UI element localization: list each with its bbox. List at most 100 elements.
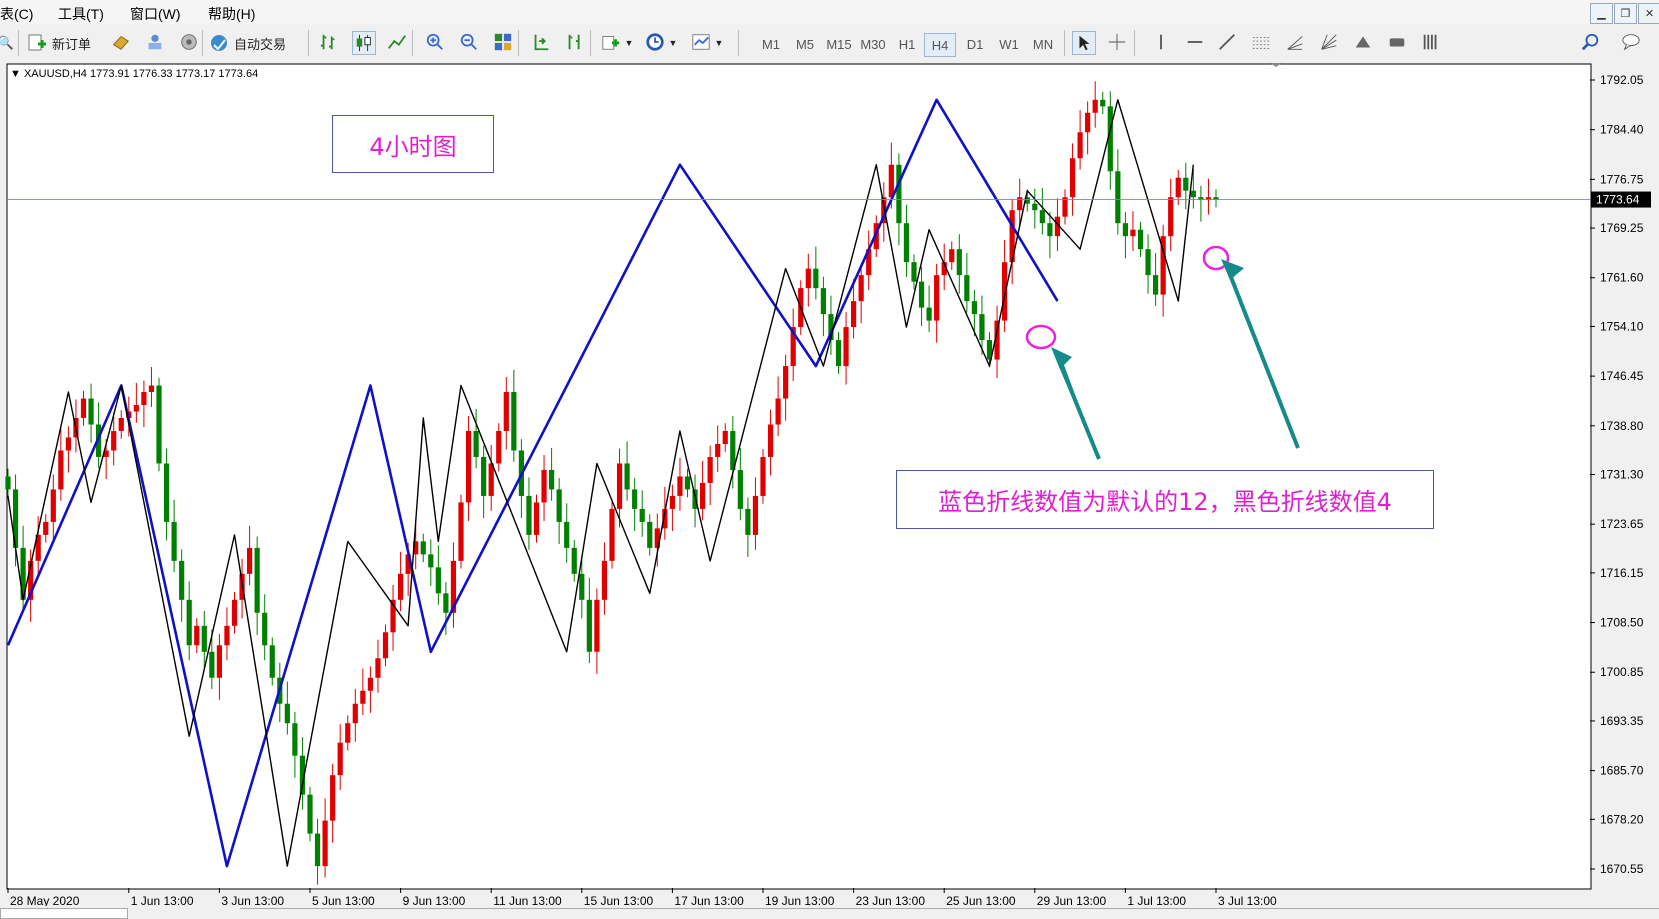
period-separator-icon[interactable] [1420, 31, 1442, 53]
candle-body [579, 573, 585, 600]
candle-body [345, 723, 351, 743]
toolbar-separator [590, 30, 591, 56]
chat-icon[interactable] [1620, 31, 1642, 53]
candle-body [564, 521, 570, 548]
line-chart-icon[interactable] [386, 31, 408, 53]
candle-body [330, 775, 336, 821]
y-tick-label: 1792.05 [1600, 73, 1644, 87]
timeframe-m30[interactable]: M30 [856, 33, 890, 55]
candle-body [5, 476, 11, 490]
auto-scroll-icon[interactable] [530, 31, 552, 53]
candle-body [156, 385, 162, 464]
timeframe-label-box: 4小时图 [332, 115, 494, 173]
cursor-icon[interactable] [1072, 31, 1096, 55]
indicators-icon[interactable] [600, 31, 622, 53]
candle-body [911, 262, 917, 282]
search-icon[interactable]: 🔍 [0, 31, 14, 55]
candle-body [1002, 262, 1008, 321]
candle-body [669, 495, 675, 509]
minimize-button[interactable]: ▁ [1590, 3, 1613, 24]
candle-body [1047, 223, 1053, 237]
navigator-icon[interactable] [178, 31, 200, 53]
header-collapse-icon[interactable]: ▼ [10, 68, 21, 80]
candle-body [752, 495, 759, 535]
market-watch-icon[interactable] [110, 31, 132, 53]
timeframe-w1[interactable]: W1 [994, 33, 1024, 55]
zoom-out-icon[interactable] [458, 31, 480, 53]
new-order-label: 新订单 [52, 36, 92, 52]
y-tick-label: 1731.30 [1600, 468, 1644, 482]
toolbar: 🔍 新订单 自动交易 ▼ ▼ ▼ M1 M5 M15 M30 H1 H4 D1 … [0, 24, 1659, 63]
timeframe-m5[interactable]: M5 [790, 33, 820, 55]
new-order-button[interactable]: 新订单 [26, 31, 102, 55]
candle-body [684, 476, 691, 490]
menu-tools[interactable]: 工具(T) [58, 4, 104, 24]
candle-body [858, 275, 864, 302]
trendline-icon[interactable] [1216, 31, 1238, 53]
candle-body [511, 392, 517, 451]
x-tick-label: 17 Jun 13:00 [674, 894, 744, 906]
chart-tab-strip [0, 906, 1659, 919]
y-tick-label: 1769.25 [1600, 221, 1644, 235]
timeframe-m1[interactable]: M1 [756, 33, 786, 55]
candle-body [715, 443, 721, 457]
chart-tab[interactable] [0, 908, 128, 919]
templates-icon[interactable] [690, 31, 712, 53]
candle-body [964, 275, 970, 302]
chart-shift-icon[interactable] [564, 31, 586, 53]
search-icon[interactable] [1580, 31, 1602, 53]
candle-body [1168, 197, 1174, 237]
chevron-down-icon[interactable]: ▼ [668, 31, 678, 55]
candle-body [65, 437, 71, 451]
timeframe-h1[interactable]: H1 [892, 33, 922, 55]
candle-body [1039, 210, 1045, 224]
fibonacci-icon[interactable] [1284, 31, 1306, 53]
x-tick-label: 23 Jun 13:00 [856, 894, 926, 906]
chevron-down-icon[interactable]: ▼ [624, 31, 634, 55]
auto-trading-icon [211, 35, 227, 51]
candle-body [556, 489, 562, 522]
timeframe-h4[interactable]: H4 [924, 33, 956, 57]
channel-icon[interactable] [1250, 31, 1272, 53]
candle-body [435, 567, 441, 594]
triangle-icon[interactable] [1352, 31, 1374, 53]
candle-body [254, 547, 260, 613]
candle-body [375, 658, 381, 678]
timeframe-mn[interactable]: MN [1028, 33, 1058, 55]
tile-windows-icon[interactable] [492, 31, 514, 53]
candle-body [707, 456, 713, 483]
zoom-in-icon[interactable] [424, 31, 446, 53]
candlestick-icon[interactable] [352, 31, 376, 55]
crosshair-icon[interactable] [1106, 31, 1128, 53]
candle-body [1115, 171, 1121, 224]
restore-button[interactable]: ❐ [1614, 3, 1637, 24]
candle-body [481, 456, 487, 496]
rectangle-icon[interactable] [1386, 31, 1408, 53]
candle-body [292, 723, 298, 756]
horizontal-line-icon[interactable] [1184, 31, 1206, 53]
gann-fan-icon[interactable] [1318, 31, 1340, 53]
bar-chart-icon[interactable] [318, 31, 340, 53]
candle-body [43, 521, 49, 535]
candle-body [488, 463, 494, 496]
auto-trading-button[interactable]: 自动交易 [208, 31, 296, 55]
candle-body [541, 469, 547, 503]
candle-body [262, 612, 268, 646]
vertical-line-icon[interactable] [1150, 31, 1172, 53]
candle-body [971, 301, 977, 315]
close-button[interactable]: ✕ [1638, 3, 1659, 24]
timeframe-d1[interactable]: D1 [960, 33, 990, 55]
candle-body [247, 547, 253, 574]
menu-window[interactable]: 窗口(W) [130, 4, 181, 24]
menu-bar: 表(C) 工具(T) 窗口(W) 帮助(H) ▁ ❐ ✕ [0, 0, 1659, 24]
candle-body [473, 430, 479, 457]
candle-body [80, 398, 87, 419]
periods-clock-icon[interactable] [644, 31, 666, 53]
menu-chart[interactable]: 表(C) [0, 4, 33, 24]
data-window-icon[interactable] [144, 31, 166, 53]
menu-help[interactable]: 帮助(H) [208, 4, 255, 24]
candle-body [624, 463, 630, 490]
timeframe-m15[interactable]: M15 [822, 33, 856, 55]
chevron-down-icon[interactable]: ▼ [714, 31, 724, 55]
candle-body [601, 560, 608, 600]
